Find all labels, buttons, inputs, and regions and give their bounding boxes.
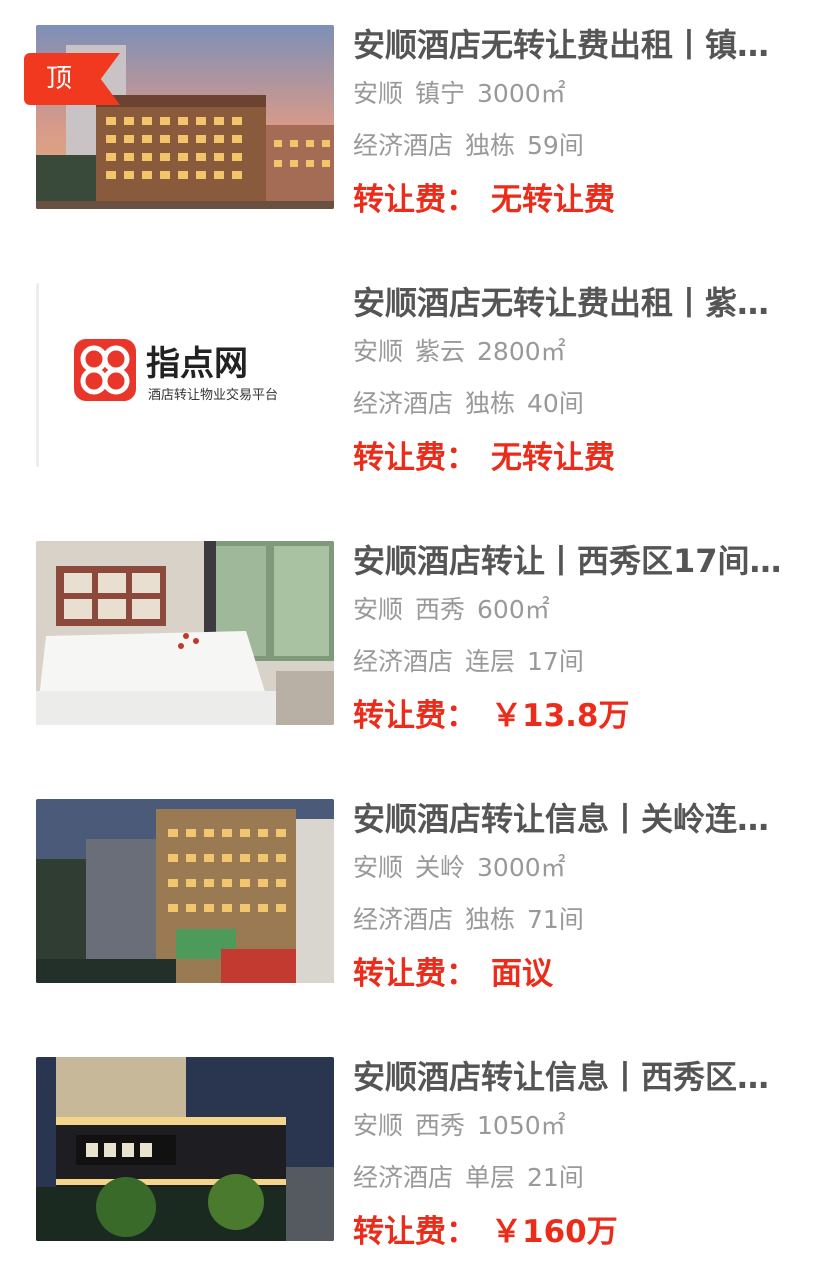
transfer-fee: 转让费： ￥160万 xyxy=(353,1212,798,1252)
building-form: 连层 xyxy=(465,647,516,676)
location-area: 安顺 西秀 1050㎡ xyxy=(353,1110,798,1142)
listing-info: 安顺酒店无转让费出租丨镇… 安顺 镇宁 3000㎡ 经济酒店 独栋 59间 转让费： 无转… xyxy=(353,25,798,220)
room-count: 71间 xyxy=(527,905,584,934)
hotel-night-street-photo xyxy=(36,1057,334,1241)
floor-area: 1050㎡ xyxy=(477,1111,566,1140)
hotel-bedroom-photo xyxy=(36,541,334,725)
listing-info: 安顺酒店转让信息丨西秀区… 安顺 西秀 1050㎡ 经济酒店 单层 21间 转让费： ￥1… xyxy=(353,1057,798,1252)
hotel-specs: 经济酒店 连层 17间 xyxy=(353,646,798,678)
floor-area: 3000㎡ xyxy=(477,853,566,882)
room-count: 40间 xyxy=(527,389,584,418)
fee-value: ￥13.8万 xyxy=(491,698,630,734)
listing-thumbnail[interactable] xyxy=(36,541,334,725)
listing-title[interactable]: 安顺酒店转让信息丨西秀区… xyxy=(353,1057,798,1097)
district: 紫云 xyxy=(415,337,466,366)
fee-label: 转让费： xyxy=(353,182,477,218)
listing-title[interactable]: 安顺酒店转让信息丨关岭连… xyxy=(353,799,798,839)
hotel-type: 经济酒店 xyxy=(353,1163,454,1192)
district: 镇宁 xyxy=(415,79,466,108)
city: 安顺 xyxy=(353,853,404,882)
listing-title[interactable]: 安顺酒店转让丨西秀区17间… xyxy=(353,541,798,581)
hotel-building-photo xyxy=(36,799,334,983)
building-form: 独栋 xyxy=(465,131,516,160)
hotel-type: 经济酒店 xyxy=(353,389,454,418)
listing-info: 安顺酒店无转让费出租丨紫… 安顺 紫云 2800㎡ 经济酒店 独栋 40间 转让费： 无转… xyxy=(353,283,798,478)
hotel-specs: 经济酒店 单层 21间 xyxy=(353,1162,798,1194)
hotel-specs: 经济酒店 独栋 71间 xyxy=(353,904,798,936)
fee-label: 转让费： xyxy=(353,440,477,476)
city: 安顺 xyxy=(353,79,404,108)
location-area: 安顺 紫云 2800㎡ xyxy=(353,336,798,368)
floor-area: 2800㎡ xyxy=(477,337,566,366)
room-count: 17间 xyxy=(527,647,584,676)
fee-label: 转让费： xyxy=(353,698,477,734)
fee-value: 无转让费 xyxy=(491,182,615,218)
logo-name: 指点网 xyxy=(146,344,248,384)
listing-item[interactable]: 指点网 酒店转让物业交易平台 安顺酒店无转让费出租丨紫… 安顺 紫云 2800㎡ 经… xyxy=(0,283,828,503)
fee-value: ￥160万 xyxy=(491,1214,618,1250)
floor-area: 600㎡ xyxy=(477,595,550,624)
logo-tagline: 酒店转让物业交易平台 xyxy=(148,387,278,403)
transfer-fee: 转让费： ￥13.8万 xyxy=(353,696,798,736)
listing-thumbnail[interactable] xyxy=(36,1057,334,1241)
room-count: 21间 xyxy=(527,1163,584,1192)
transfer-fee: 转让费： 面议 xyxy=(353,954,798,994)
hotel-type: 经济酒店 xyxy=(353,647,454,676)
hotel-type: 经济酒店 xyxy=(353,131,454,160)
listing-title[interactable]: 安顺酒店无转让费出租丨紫… xyxy=(353,283,798,323)
location-area: 安顺 镇宁 3000㎡ xyxy=(353,78,798,110)
fee-label: 转让费： xyxy=(353,956,477,992)
hotel-exterior-photo xyxy=(36,25,334,209)
building-form: 独栋 xyxy=(465,389,516,418)
location-area: 安顺 关岭 3000㎡ xyxy=(353,852,798,884)
listing-thumbnail[interactable] xyxy=(36,799,334,983)
listing-item[interactable]: 安顺酒店转让丨西秀区17间… 安顺 西秀 600㎡ 经济酒店 连层 17间 转让费： ￥1… xyxy=(0,541,828,761)
listing-item[interactable]: 安顺酒店转让信息丨关岭连… 安顺 关岭 3000㎡ 经济酒店 独栋 71间 转让费： 面议 xyxy=(0,799,828,1019)
floor-area: 3000㎡ xyxy=(477,79,566,108)
fee-value: 无转让费 xyxy=(491,440,615,476)
building-form: 单层 xyxy=(465,1163,516,1192)
listing-thumbnail[interactable]: 指点网 酒店转让物业交易平台 xyxy=(36,283,334,467)
district: 西秀 xyxy=(415,1111,466,1140)
zhidianwang-logo-image: 指点网 酒店转让物业交易平台 xyxy=(36,283,334,467)
listing-info: 安顺酒店转让信息丨关岭连… 安顺 关岭 3000㎡ 经济酒店 独栋 71间 转让费： 面议 xyxy=(353,799,798,994)
listing-title[interactable]: 安顺酒店无转让费出租丨镇… xyxy=(353,25,798,65)
listing-item[interactable]: 安顺酒店转让信息丨西秀区… 安顺 西秀 1050㎡ 经济酒店 单层 21间 转让费： ￥1… xyxy=(0,1057,828,1277)
building-form: 独栋 xyxy=(465,905,516,934)
hotel-type: 经济酒店 xyxy=(353,905,454,934)
listing-list: 顶 安顺酒店无转让费出租丨镇… 安顺 镇宁 3000㎡ 经济酒店 独栋 59间 转让费：… xyxy=(0,0,828,1268)
location-area: 安顺 西秀 600㎡ xyxy=(353,594,798,626)
listing-item[interactable]: 顶 安顺酒店无转让费出租丨镇… 安顺 镇宁 3000㎡ 经济酒店 独栋 59间 转让费：… xyxy=(0,25,828,245)
listing-thumbnail[interactable] xyxy=(36,25,334,209)
district: 西秀 xyxy=(415,595,466,624)
fee-label: 转让费： xyxy=(353,1214,477,1250)
city: 安顺 xyxy=(353,1111,404,1140)
listing-info: 安顺酒店转让丨西秀区17间… 安顺 西秀 600㎡ 经济酒店 连层 17间 转让费： ￥1… xyxy=(353,541,798,736)
fee-value: 面议 xyxy=(491,956,553,992)
hotel-specs: 经济酒店 独栋 40间 xyxy=(353,388,798,420)
transfer-fee: 转让费： 无转让费 xyxy=(353,438,798,478)
room-count: 59间 xyxy=(527,131,584,160)
city: 安顺 xyxy=(353,337,404,366)
district: 关岭 xyxy=(415,853,466,882)
city: 安顺 xyxy=(353,595,404,624)
hotel-specs: 经济酒店 独栋 59间 xyxy=(353,130,798,162)
transfer-fee: 转让费： 无转让费 xyxy=(353,180,798,220)
